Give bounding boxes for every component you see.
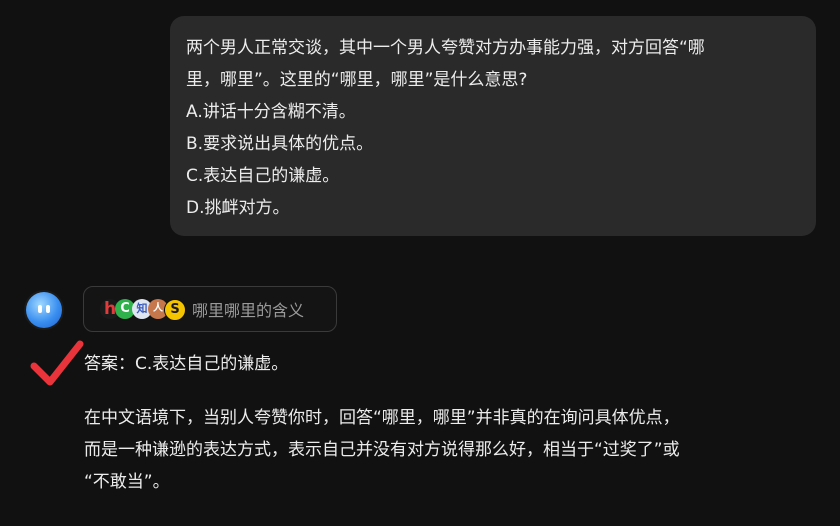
explanation-line-3: “不敢当”。 — [84, 472, 170, 492]
sources-chip-label: 哪里哪里的含义 — [192, 301, 305, 320]
option-b: B.要求说出具体的优点。 — [186, 134, 374, 154]
sources-chip[interactable]: h C 知 人 S 哪里哪里的含义 — [83, 286, 337, 332]
source-favicons: h C 知 人 S — [100, 297, 192, 321]
question-line-2: 里，哪里”。这里的“哪里，哪里”是什么意思? — [186, 70, 528, 90]
s-coin-icon: S — [164, 299, 186, 321]
avatar-eye — [46, 305, 50, 313]
explanation-line-2: 而是一种谦逊的表达方式，表示自己并没有对方说得那么好，相当于“过奖了”或 — [84, 440, 680, 460]
assistant-avatar-icon — [26, 292, 62, 328]
explanation-line-1: 在中文语境下，当别人夸赞你时，回答“哪里，哪里”并非真的在询问具体优点， — [84, 408, 680, 428]
user-message-bubble: 两个男人正常交谈，其中一个男人夸赞对方办事能力强，对方回答“哪 里，哪里”。这里… — [170, 16, 816, 236]
option-d: D.挑衅对方。 — [186, 198, 290, 218]
option-c: C.表达自己的谦虚。 — [186, 166, 340, 186]
chat-page: 两个男人正常交谈，其中一个男人夸赞对方办事能力强，对方回答“哪 里，哪里”。这里… — [0, 0, 840, 526]
option-a: A.讲话十分含糊不清。 — [186, 102, 356, 122]
question-line-1: 两个男人正常交谈，其中一个男人夸赞对方办事能力强，对方回答“哪 — [186, 38, 705, 58]
explanation-text: 在中文语境下，当别人夸赞你时，回答“哪里，哪里”并非真的在询问具体优点， 而是一… — [84, 402, 804, 498]
avatar-eye — [38, 305, 42, 313]
answer-text: 答案：C.表达自己的谦虚。 — [84, 354, 289, 374]
red-checkmark-icon — [30, 340, 84, 386]
